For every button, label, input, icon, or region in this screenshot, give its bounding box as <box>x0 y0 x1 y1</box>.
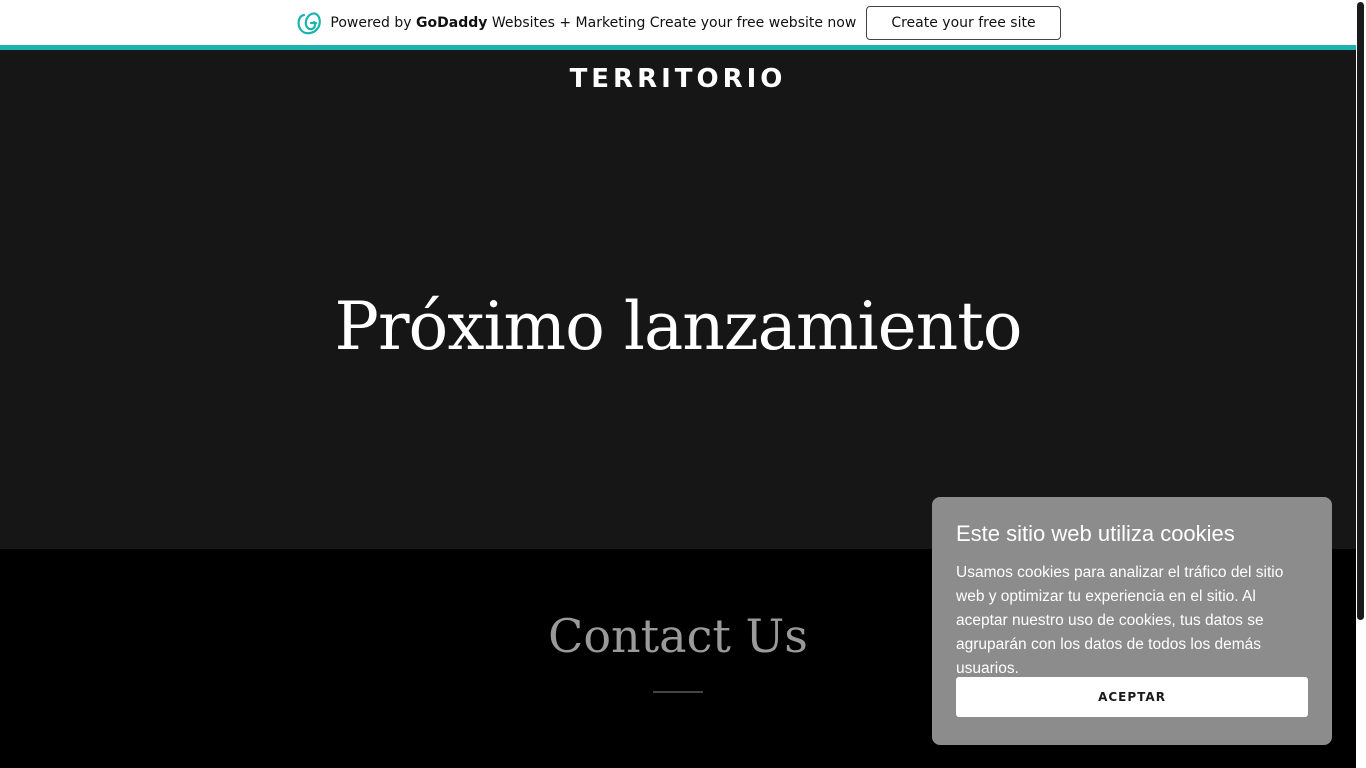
hero-heading: Próximo lanzamiento <box>334 288 1023 365</box>
scrollbar-thumb[interactable] <box>1357 2 1364 620</box>
site-title[interactable]: TERRITORIO <box>0 64 1356 94</box>
promo-bar-content: Powered by GoDaddy Websites + Marketing … <box>295 5 1061 40</box>
cookie-title: Este sitio web utiliza cookies <box>956 521 1235 546</box>
contact-divider <box>653 691 703 693</box>
cookie-body: Usamos cookies para analizar el tráfico … <box>956 564 1284 677</box>
accept-cookies-button[interactable]: ACEPTAR <box>956 677 1308 717</box>
promo-text: Powered by GoDaddy Websites + Marketing … <box>330 15 856 31</box>
create-free-site-button[interactable]: Create your free site <box>866 5 1061 40</box>
promo-bar: Powered by GoDaddy Websites + Marketing … <box>0 0 1356 45</box>
promo-tagline: Websites + Marketing Create your free we… <box>491 14 857 31</box>
powered-by-label: Powered by <box>330 14 412 31</box>
brand-name: GoDaddy <box>416 14 488 31</box>
cookie-banner: Este sitio web utiliza cookies Usamos co… <box>932 497 1332 745</box>
hero-section: TERRITORIO Próximo lanzamiento <box>0 50 1356 549</box>
godaddy-logo-icon <box>297 11 322 34</box>
